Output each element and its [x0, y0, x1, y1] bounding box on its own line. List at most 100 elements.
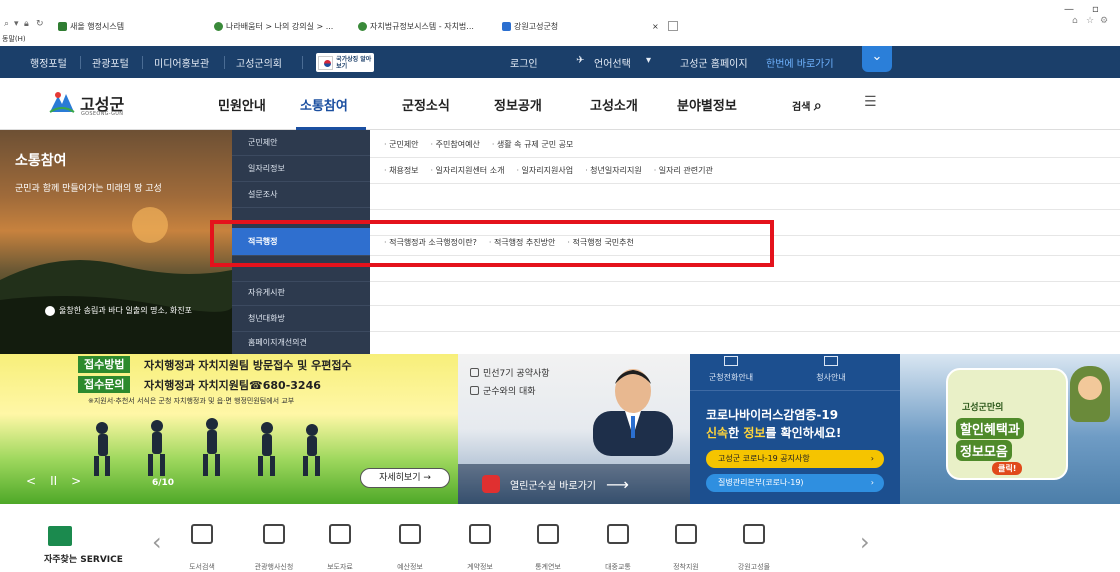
- pause-icon[interactable]: II: [50, 474, 57, 488]
- search-button[interactable]: 검색 ⌕: [792, 98, 822, 114]
- nav-about-goseong[interactable]: 고성소개: [590, 95, 638, 114]
- phone-icon: [724, 356, 738, 366]
- quick-item-label: 대중교통: [605, 563, 631, 571]
- prev-arrow-icon[interactable]: ‹: [152, 528, 162, 556]
- link-council[interactable]: 고성군의회: [236, 55, 282, 70]
- submenu-link[interactable]: 일자리지원사업: [516, 165, 574, 176]
- cart-icon: [743, 524, 765, 544]
- quick-item-budget[interactable]: 예산정보: [382, 524, 438, 572]
- hero-caption-text: 울창한 송림과 바다 일출의 명소, 화진포: [59, 306, 193, 315]
- refresh-icon[interactable]: ↻: [36, 19, 44, 29]
- covid-notice-button[interactable]: 고성군 코로나-19 공지사항 ›: [706, 450, 884, 468]
- browser-tab-active[interactable]: 강원고성군청: [502, 19, 558, 33]
- service-icon: [48, 526, 72, 546]
- search-icon[interactable]: ⌕: [4, 19, 9, 29]
- language-select[interactable]: 언어선택: [594, 55, 631, 70]
- banner-notice[interactable]: 접수방법 자치행정과 자치지원팀 방문접수 및 우편접수 접수문의 자치행정과 …: [0, 354, 458, 504]
- login-link[interactable]: 로그인: [510, 55, 538, 70]
- browser-tab[interactable]: 자치법규정보시스템 - 자치법...: [358, 19, 474, 33]
- submenu-item[interactable]: 설문조사: [232, 182, 370, 208]
- tab-label: 강원고성군청: [514, 21, 559, 31]
- quick-item-label: 보도자료: [327, 563, 353, 571]
- browser-tab[interactable]: 새올 행정시스템: [58, 19, 124, 33]
- click-badge[interactable]: 클릭!: [992, 462, 1023, 475]
- hero-caption: 울창한 송림과 바다 일출의 명소, 화진포: [45, 305, 192, 316]
- new-tab-icon[interactable]: [668, 21, 678, 31]
- kcdc-button[interactable]: 질병관리본부(코로나-19) ›: [706, 474, 884, 492]
- home-icon[interactable]: ⌂: [1072, 16, 1078, 26]
- nav-civil-service[interactable]: 민원안내: [218, 95, 266, 114]
- quick-item-transit[interactable]: 대중교통: [590, 524, 646, 572]
- submenu-item[interactable]: 자유게시판: [232, 280, 370, 306]
- submenu-item[interactable]: 군민제안: [232, 130, 370, 156]
- nav-news[interactable]: 군정소식: [402, 95, 450, 114]
- submenu-link[interactable]: 주민참여예산: [431, 139, 480, 150]
- globe-icon: ✈: [576, 55, 585, 66]
- restore-icon[interactable]: ▫: [1092, 4, 1099, 15]
- submenu-row: [370, 306, 1120, 332]
- next-arrow-icon[interactable]: ›: [860, 528, 870, 556]
- quick-item-contract[interactable]: 계약정보: [452, 524, 508, 572]
- office-guide-label: 청사안내: [816, 373, 846, 382]
- quick-item-event[interactable]: 관광행사신청: [246, 524, 302, 572]
- quick-item-label: 통계연보: [535, 563, 561, 571]
- minimize-icon[interactable]: —: [1064, 4, 1074, 15]
- submenu-item[interactable]: 청년대화방: [232, 306, 370, 332]
- submenu-link[interactable]: 청년일자리지원: [585, 165, 642, 176]
- banner-covid[interactable]: 군청전화안내 청사안내 코로나바이러스감염증-19 신속한 정보를 확인하세요!…: [690, 354, 900, 504]
- submenu-link[interactable]: 채용정보: [384, 165, 418, 176]
- quick-item-stats[interactable]: 통계연보: [520, 524, 576, 572]
- divider: [302, 56, 303, 69]
- site-logo[interactable]: 고성군 GOSEONG-GUN: [48, 86, 146, 122]
- tab-close-icon[interactable]: ×: [652, 19, 659, 33]
- nav-info-disclosure[interactable]: 정보공개: [494, 95, 542, 114]
- submenu-link[interactable]: 일자리지원센터 소개: [431, 165, 505, 176]
- banner-text: 자치행정과 자치지원팀 방문접수 및 우편접수: [144, 359, 352, 372]
- link-media[interactable]: 미디어홍보관: [154, 55, 209, 70]
- banner-mayor[interactable]: 민선7기 공약사항 군수와의 대화 열린군수실 바로가기 ⟶: [458, 354, 690, 504]
- star-icon[interactable]: ☆: [1086, 16, 1094, 26]
- pledge-link[interactable]: 민선7기 공약사항: [470, 366, 550, 379]
- logo-subtext: GOSEONG-GUN: [81, 111, 124, 117]
- quick-item-label: 예산정보: [397, 563, 423, 571]
- shortcut-prefix[interactable]: 고성군 홈페이지: [680, 55, 748, 70]
- mayor-office-link[interactable]: 열린군수실 바로가기 ⟶: [458, 464, 690, 504]
- all-menu-icon[interactable]: ☰: [864, 94, 877, 110]
- covid-sub-hl2: 정보: [743, 426, 766, 440]
- dropdown-icon[interactable]: ▾: [14, 19, 19, 29]
- nav-communication[interactable]: 소통참여: [300, 95, 348, 114]
- banner-benefits[interactable]: 고성군만의 할인혜택과 정보모음 클릭!: [900, 354, 1120, 504]
- submenu-item[interactable]: 홈페이지개선의견: [232, 330, 370, 356]
- chevron-right-icon: ›: [870, 478, 874, 487]
- phone-guide-link[interactable]: 군청전화안내: [696, 356, 766, 383]
- dialogue-link[interactable]: 군수와의 대화: [470, 384, 536, 397]
- shortcut-toggle-button[interactable]: ⌄: [862, 46, 892, 72]
- office-guide-link[interactable]: 청사안내: [796, 356, 866, 383]
- chevron-right-icon: ›: [870, 454, 874, 463]
- prev-icon[interactable]: <: [26, 474, 36, 488]
- quick-item-library[interactable]: 도서검색: [174, 524, 230, 572]
- national-symbol-badge[interactable]: 국가상징 알아보기: [316, 53, 374, 72]
- divider: [142, 56, 143, 69]
- more-button[interactable]: 자세히보기 →: [360, 468, 450, 488]
- menu-bar[interactable]: 동말(H): [2, 34, 26, 44]
- link-admin-portal[interactable]: 행정포털: [30, 55, 67, 70]
- shortcut-highlight[interactable]: 한번에 바로가기: [766, 55, 834, 70]
- tab-label: 나라배움터 > 나의 강의실 > ...: [226, 21, 334, 31]
- link-tour-portal[interactable]: 관광포털: [92, 55, 129, 70]
- submenu-link[interactable]: 일자리 관련기관: [654, 165, 713, 176]
- quick-item-settle[interactable]: 정착지원: [658, 524, 714, 572]
- highlight-annotation-box: [210, 220, 774, 267]
- submenu-link[interactable]: 생활 속 규제 군민 공모: [492, 139, 573, 150]
- quick-item-press[interactable]: 보도자료: [312, 524, 368, 572]
- submenu-link[interactable]: 군민제안: [384, 139, 418, 150]
- nav-field-info[interactable]: 분야별정보: [677, 95, 737, 114]
- submenu-item[interactable]: 일자리정보: [232, 156, 370, 182]
- browser-tab[interactable]: 나라배움터 > 나의 강의실 > ...: [214, 19, 333, 33]
- covid-sub-hl1: 신속: [706, 426, 729, 440]
- gear-icon[interactable]: ⚙: [1100, 16, 1108, 26]
- phone-guide-label: 군청전화안내: [708, 373, 754, 382]
- badge-label: 국가상징 알아보기: [336, 55, 372, 70]
- next-icon[interactable]: >: [71, 474, 81, 488]
- quick-item-mall[interactable]: 강원고성몰: [726, 524, 782, 572]
